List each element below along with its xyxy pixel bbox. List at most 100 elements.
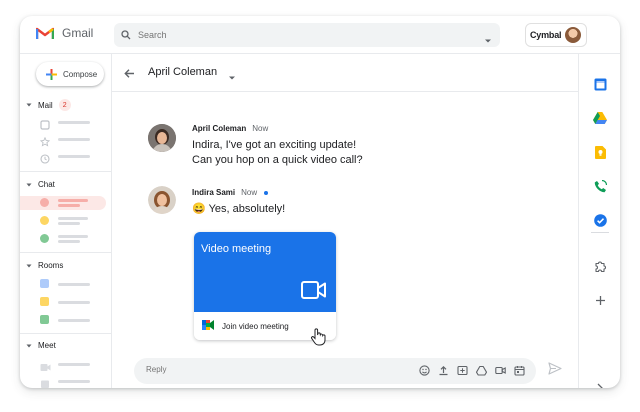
addons-icon[interactable] — [592, 258, 608, 274]
conversation-pane: April Coleman April Coleman Now Indira, I… — [112, 54, 578, 388]
voice-icon[interactable] — [592, 178, 608, 194]
room-icon — [40, 315, 49, 324]
placeholder-bar — [58, 318, 90, 322]
meet-icon — [202, 317, 214, 335]
gif-icon[interactable] — [456, 364, 469, 377]
video-camera-icon — [301, 280, 327, 305]
meet-my-meetings[interactable] — [20, 374, 112, 388]
chevron-down-icon — [26, 344, 32, 347]
video-icon[interactable] — [494, 364, 507, 377]
reply-input[interactable] — [146, 365, 346, 374]
compose-button[interactable]: Compose — [36, 62, 104, 86]
chat-item[interactable] — [20, 232, 112, 246]
section-meet[interactable]: Meet — [26, 341, 56, 350]
message-line: Indira, I've got an exciting update! — [192, 139, 357, 151]
video-meeting-card[interactable]: Video meeting Join video meeting — [194, 232, 336, 340]
message-line: Can you hop on a quick video call? — [192, 154, 363, 166]
drive-icon[interactable] — [475, 364, 488, 377]
nav-item-snoozed[interactable] — [20, 149, 112, 164]
thread-header: April Coleman — [112, 54, 578, 92]
compose-label: Compose — [63, 69, 98, 79]
chevron-down-icon — [26, 183, 32, 186]
search-icon — [114, 30, 138, 40]
placeholder-bar — [58, 217, 88, 220]
app-name: Gmail — [62, 26, 94, 40]
avatar[interactable] — [148, 124, 176, 152]
room-icon — [40, 279, 49, 288]
placeholder-bar — [58, 235, 88, 238]
add-icon[interactable] — [592, 292, 608, 308]
section-rooms[interactable]: Rooms — [26, 261, 63, 270]
calendar-icon — [40, 376, 50, 388]
card-header: Video meeting — [194, 232, 336, 312]
nav-item-starred[interactable] — [20, 132, 112, 147]
nav-divider — [20, 333, 112, 334]
chat-item-active[interactable] — [20, 196, 106, 210]
nav-item-inbox[interactable] — [20, 115, 112, 130]
card-title: Video meeting — [201, 243, 272, 255]
reply-box[interactable] — [134, 358, 536, 384]
upload-icon[interactable] — [437, 364, 450, 377]
drive-icon[interactable] — [592, 110, 608, 126]
nav-divider — [20, 171, 112, 172]
emoji-grin: 😄 — [192, 203, 206, 215]
meet-new-meeting[interactable] — [20, 357, 112, 371]
section-mail[interactable]: Mail 2 — [26, 99, 71, 111]
placeholder-bar — [58, 154, 90, 158]
section-rooms-label: Rooms — [38, 261, 64, 270]
tasks-icon[interactable] — [592, 212, 608, 228]
message-text: Indira, I've got an exciting update! Can… — [192, 138, 363, 168]
avatar[interactable] — [148, 186, 176, 214]
chat-item[interactable] — [20, 214, 112, 228]
unread-badge: 2 — [58, 99, 71, 111]
section-mail-label: Mail — [38, 100, 53, 110]
gmail-m-icon — [36, 27, 54, 39]
side-panel-rail — [578, 54, 620, 388]
contact-dot-icon — [40, 198, 49, 207]
unread-dot-icon — [264, 190, 269, 195]
thread-title[interactable]: April Coleman — [148, 66, 217, 78]
calendar-icon[interactable] — [592, 76, 608, 92]
expand-icon[interactable] — [592, 380, 608, 388]
send-icon[interactable] — [548, 362, 562, 380]
chevron-down-icon[interactable] — [228, 68, 236, 86]
message-sender: April Coleman Now — [192, 124, 268, 133]
keep-icon[interactable] — [592, 144, 608, 160]
clock-icon — [40, 151, 50, 169]
placeholder-bar — [58, 240, 80, 243]
user-avatar[interactable] — [565, 27, 582, 43]
placeholder-bar — [58, 300, 90, 304]
message-time: Now — [241, 188, 258, 197]
message-sender: Indira Sami Now — [192, 188, 269, 197]
search-bar[interactable] — [114, 23, 500, 47]
join-meeting-link[interactable]: Join video meeting — [222, 322, 289, 331]
section-chat-label: Chat — [38, 180, 55, 189]
top-bar: Gmail Cymbal — [20, 16, 620, 54]
contact-dot-icon — [40, 234, 49, 243]
contact-dot-icon — [40, 216, 49, 225]
search-input[interactable] — [138, 30, 468, 40]
room-icon — [40, 297, 49, 306]
emoji-icon[interactable] — [418, 364, 431, 377]
message-time: Now — [252, 124, 269, 133]
placeholder-bar — [58, 222, 80, 225]
calendar-icon[interactable] — [513, 364, 526, 377]
search-options-icon[interactable] — [484, 31, 492, 49]
placeholder-bar — [58, 120, 90, 124]
hand-cursor-icon — [310, 328, 326, 351]
placeholder-bar — [58, 199, 88, 202]
placeholder-bar — [58, 282, 90, 286]
placeholder-bar — [58, 204, 80, 207]
room-item[interactable] — [20, 277, 112, 291]
sender-name: Indira Sami — [192, 188, 236, 197]
back-arrow-icon[interactable] — [124, 66, 135, 84]
left-nav: Compose Mail 2 Chat Rooms Meet — [20, 54, 112, 388]
section-chat[interactable]: Chat — [26, 180, 55, 189]
placeholder-bar — [58, 379, 90, 383]
account-switcher[interactable]: Cymbal — [525, 23, 587, 47]
brand-label: Cymbal — [530, 30, 562, 40]
gmail-logo[interactable]: Gmail — [36, 26, 93, 40]
room-item[interactable] — [20, 313, 112, 327]
placeholder-bar — [58, 137, 90, 141]
room-item[interactable] — [20, 295, 112, 309]
